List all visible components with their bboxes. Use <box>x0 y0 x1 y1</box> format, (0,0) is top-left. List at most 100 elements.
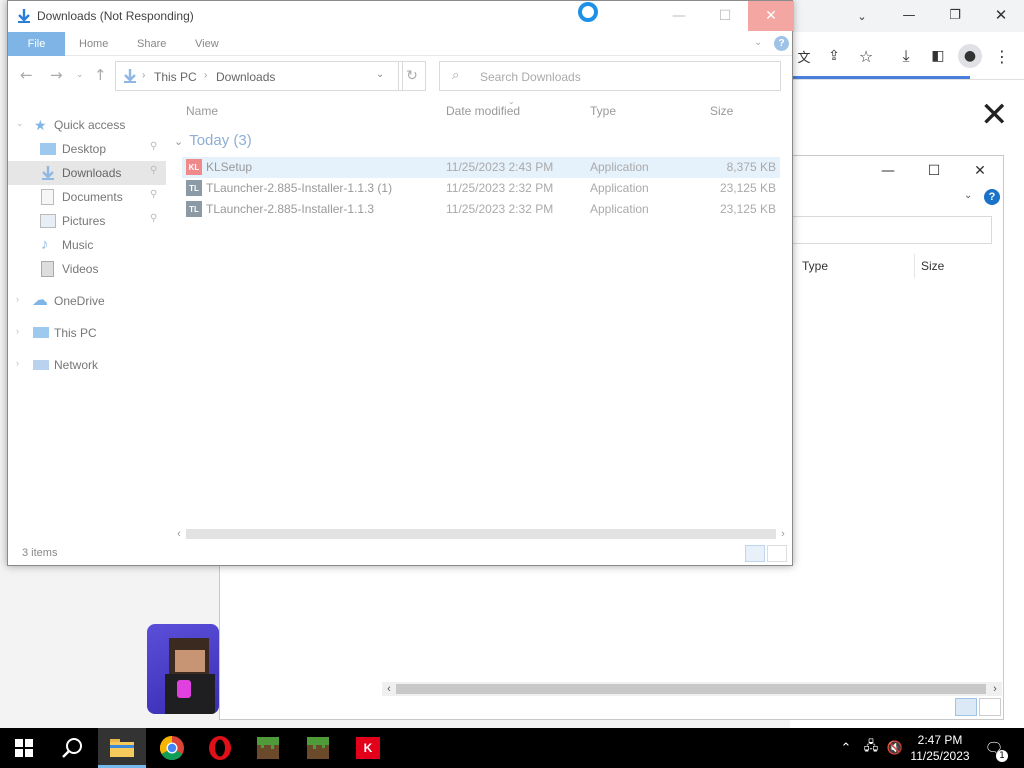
opera-taskbar-button[interactable] <box>196 728 244 768</box>
details-view-button[interactable] <box>745 545 765 562</box>
close-button[interactable]: ✕ <box>748 1 794 31</box>
background-horizontal-scrollbar[interactable]: ‹ › <box>382 682 1002 696</box>
background-help-icon[interactable]: ? <box>984 189 1000 205</box>
nav-onedrive[interactable]: › ☁ OneDrive <box>8 289 166 313</box>
minimize-button[interactable]: — <box>656 1 702 31</box>
download-icon[interactable]: ⤓ <box>896 46 916 66</box>
tab-file[interactable]: File <box>8 32 65 56</box>
column-date-modified[interactable]: Date modified <box>446 104 520 118</box>
details-view-button[interactable] <box>955 698 977 716</box>
background-search-input[interactable] <box>790 216 992 244</box>
nav-desktop[interactable]: Desktop ⚲ <box>8 137 166 161</box>
maximize-button[interactable]: ☐ <box>702 1 748 31</box>
search-input[interactable]: ⌕ Search Downloads <box>439 61 781 91</box>
taskbar: K ⌃ 🖧 🔇 2:47 PM 11/25/2023 🗨 1 <box>0 728 1024 768</box>
notification-center-button[interactable]: 🗨 1 <box>980 728 1008 768</box>
chrome-tab-search-chevron-icon[interactable]: ⌄ <box>850 6 874 26</box>
expand-chevron-icon[interactable]: › <box>16 358 19 368</box>
file-row[interactable]: KL KLSetup 11/25/2023 2:43 PM Applicatio… <box>182 157 780 178</box>
up-arrow-icon[interactable]: ↑ <box>94 66 107 84</box>
large-icons-view-button[interactable] <box>767 545 787 562</box>
large-icons-view-button[interactable] <box>979 698 1001 716</box>
tab-share[interactable]: Share <box>123 32 180 56</box>
scrollbar-thumb[interactable] <box>186 529 776 539</box>
share-icon[interactable]: ⇪ <box>824 46 844 66</box>
chrome-restore-button[interactable]: ❐ <box>940 4 970 26</box>
nav-music[interactable]: ♪ Music <box>8 233 166 257</box>
scroll-left-icon[interactable]: ‹ <box>382 682 396 696</box>
nav-quick-access[interactable]: ⌄ ★ Quick access <box>8 113 166 137</box>
bookmark-star-icon[interactable]: ☆ <box>856 46 876 66</box>
background-column-type[interactable]: Type <box>802 259 828 273</box>
network-status-icon[interactable]: 🖧 <box>860 728 882 768</box>
side-panel-icon[interactable]: ◧ <box>928 46 948 66</box>
address-dropdown-chevron-icon[interactable]: ⌄ <box>376 69 384 80</box>
documents-icon <box>41 189 54 205</box>
search-button[interactable] <box>48 728 96 768</box>
nav-pictures[interactable]: Pictures ⚲ <box>8 209 166 233</box>
file-size: 23,125 KB <box>719 181 776 195</box>
start-button[interactable] <box>0 728 48 768</box>
column-name[interactable]: Name <box>186 104 218 118</box>
group-header-today[interactable]: ⌄ Today (3) <box>174 132 252 149</box>
expand-chevron-icon[interactable]: › <box>16 326 19 336</box>
collapse-chevron-icon[interactable]: ⌄ <box>16 118 24 129</box>
nav-documents[interactable]: Documents ⚲ <box>8 185 166 209</box>
help-icon[interactable]: ? <box>774 36 789 51</box>
volume-muted-icon[interactable]: 🔇 <box>884 728 906 768</box>
back-arrow-icon[interactable]: ← <box>20 66 33 84</box>
background-window-controls: — ☐ ✕ <box>865 156 1003 186</box>
minecraft-taskbar-button[interactable] <box>244 728 292 768</box>
show-hidden-icons-chevron-icon[interactable]: ⌃ <box>836 728 856 768</box>
scroll-left-icon[interactable]: ‹ <box>172 527 186 541</box>
breadcrumb-separator-icon: › <box>204 70 208 81</box>
scroll-right-icon[interactable]: › <box>776 527 790 541</box>
nav-downloads[interactable]: Downloads ⚲ <box>8 161 166 185</box>
address-bar[interactable]: › This PC › Downloads ⌄ <box>115 61 403 91</box>
network-icon <box>33 360 49 370</box>
scrollbar-thumb[interactable] <box>396 684 986 694</box>
horizontal-scrollbar[interactable]: ‹ › <box>172 527 790 541</box>
title-bar[interactable]: Downloads (Not Responding) — ☐ ✕ <box>8 1 794 32</box>
scroll-right-icon[interactable]: › <box>988 682 1002 696</box>
nav-videos[interactable]: Videos <box>8 257 166 281</box>
file-name: KLSetup <box>206 160 253 174</box>
forward-arrow-icon[interactable]: → <box>50 66 63 84</box>
column-size[interactable]: Size <box>710 104 733 118</box>
breadcrumb-downloads[interactable]: Downloads <box>216 70 275 84</box>
profile-avatar-icon[interactable]: ● <box>958 44 982 68</box>
nav-this-pc[interactable]: › This PC <box>8 321 166 345</box>
chrome-taskbar-button[interactable] <box>148 728 196 768</box>
expand-chevron-icon[interactable]: › <box>16 294 19 304</box>
refresh-button[interactable]: ↻ <box>398 61 426 91</box>
potion-bottle <box>177 680 191 698</box>
expand-ribbon-chevron-icon[interactable]: ⌄ <box>754 37 762 48</box>
nav-network[interactable]: › Network <box>8 353 166 377</box>
file-row[interactable]: TL TLauncher-2.885-Installer-1.1.3 (1) 1… <box>182 178 780 199</box>
tab-home[interactable]: Home <box>65 32 122 56</box>
background-minimize-button[interactable]: — <box>865 156 911 186</box>
group-collapse-chevron-icon[interactable]: ⌄ <box>174 136 183 148</box>
translate-icon[interactable]: ⽂ <box>794 46 814 66</box>
column-type[interactable]: Type <box>590 104 616 118</box>
chrome-close-button[interactable]: ✕ <box>986 4 1016 26</box>
file-explorer-taskbar-button[interactable] <box>98 728 146 768</box>
kaspersky-taskbar-button[interactable]: K <box>344 728 392 768</box>
recent-locations-chevron-icon[interactable]: ⌄ <box>76 70 84 80</box>
downloads-location-icon <box>124 69 136 83</box>
window-title: Downloads (Not Responding) <box>37 9 194 23</box>
taskbar-clock[interactable]: 2:47 PM 11/25/2023 <box>908 732 972 764</box>
chrome-minimize-button[interactable]: — <box>894 4 924 26</box>
music-note-icon: ♪ <box>41 236 49 253</box>
breadcrumb-this-pc[interactable]: This PC <box>154 70 197 84</box>
background-ribbon-chevron-icon[interactable]: ⌄ <box>964 190 972 201</box>
tlauncher-taskbar-button[interactable] <box>294 728 342 768</box>
notification-count-badge: 1 <box>996 750 1008 762</box>
chrome-menu-icon[interactable]: ⋮ <box>992 46 1012 66</box>
background-close-button[interactable]: ✕ <box>957 156 1003 186</box>
background-maximize-button[interactable]: ☐ <box>911 156 957 186</box>
tab-view[interactable]: View <box>181 32 233 56</box>
download-bubble-close-icon[interactable]: ✕ <box>980 98 1014 132</box>
file-row[interactable]: TL TLauncher-2.885-Installer-1.1.3 11/25… <box>182 199 780 220</box>
background-column-size[interactable]: Size <box>921 259 944 273</box>
